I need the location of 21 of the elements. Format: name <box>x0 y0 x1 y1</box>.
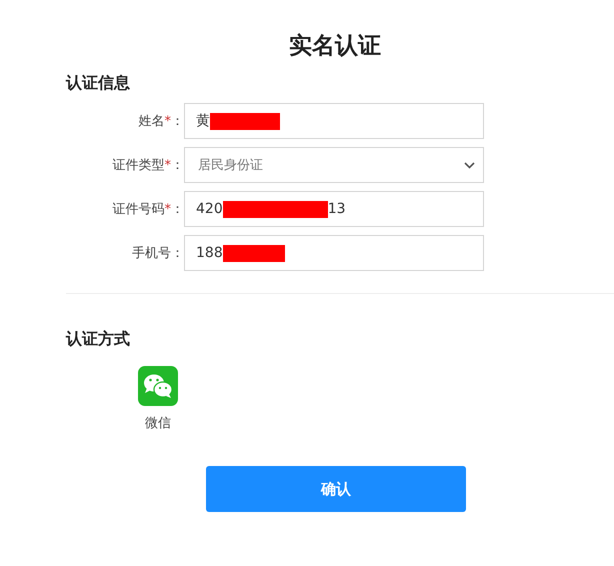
input-field[interactable]: 黄 <box>184 103 484 139</box>
required-asterisk: * <box>164 158 171 173</box>
required-asterisk: * <box>164 114 171 129</box>
field-label: 姓名 <box>138 114 164 129</box>
label-colon: ： <box>171 158 184 173</box>
page-title: 实名认证 <box>288 32 382 61</box>
section-heading: 认证方式 <box>66 328 130 350</box>
label-colon: ： <box>171 202 184 217</box>
input-field[interactable]: 420 13 <box>184 191 484 227</box>
chevron-down-icon <box>464 162 475 169</box>
label-colon: ： <box>171 246 184 261</box>
field-label: 证件号码 <box>112 202 164 217</box>
section-heading: 认证信息 <box>66 72 130 94</box>
method-label: 微信 <box>145 415 171 432</box>
select-field[interactable]: 居民身份证 <box>184 147 484 183</box>
label-colon: ： <box>171 114 184 129</box>
chat-bubbles-icon[interactable] <box>138 366 178 406</box>
required-asterisk: * <box>164 202 171 217</box>
input-field[interactable]: 188 <box>184 235 484 271</box>
field-label: 证件类型 <box>112 158 164 173</box>
field-label: 手机号 <box>132 246 171 261</box>
